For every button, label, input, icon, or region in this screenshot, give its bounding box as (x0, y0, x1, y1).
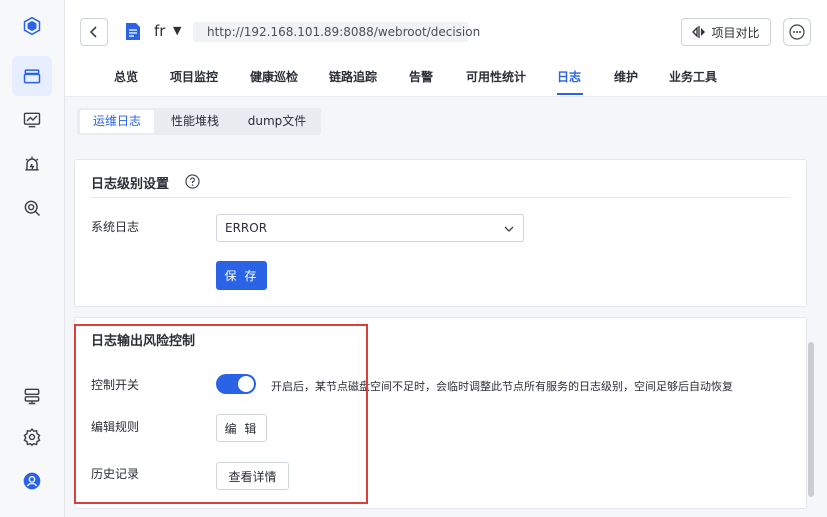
subtab-perf-stack[interactable]: 性能堆栈 (159, 110, 231, 133)
app-name[interactable]: fr (154, 22, 165, 40)
tab-logs[interactable]: 日志 (557, 68, 581, 85)
control-switch-toggle[interactable] (216, 374, 256, 394)
logo-cube-icon[interactable] (12, 6, 52, 46)
tab-availability[interactable]: 可用性统计 (466, 68, 526, 85)
log-level-title: 日志级别设置 (91, 177, 170, 192)
search-gear-icon[interactable] (12, 188, 52, 228)
log-risk-control-card: 日志输出风险控制 控制开关 开启后，某节点磁盘空间不足时，会临时调整此节点所有服… (74, 317, 807, 509)
back-button[interactable] (80, 18, 108, 46)
active-tab-indicator (557, 93, 583, 95)
main-nav-tabs: 总览 项目监控 健康巡检 链路追踪 告警 可用性统计 日志 维护 业务工具 (65, 60, 827, 96)
control-switch-label: 控制开关 (91, 378, 140, 392)
history-label: 历史记录 (91, 467, 140, 481)
tab-overview[interactable]: 总览 (114, 68, 138, 85)
user-avatar-icon[interactable] (12, 461, 52, 501)
tab-maintenance[interactable]: 维护 (614, 68, 638, 85)
edit-rules-button[interactable]: 编 辑 (216, 414, 267, 442)
system-log-level-select[interactable]: ERROR (216, 214, 524, 242)
project-compare-button[interactable]: 项目对比 (681, 18, 771, 46)
top-header: fr ▼ http://192.168.101.89:8088/webroot/… (65, 0, 827, 97)
log-subtabs: 运维日志 性能堆栈 dump文件 (77, 108, 321, 135)
view-details-button[interactable]: 查看详情 (216, 462, 289, 490)
scrollbar-thumb[interactable] (808, 342, 814, 497)
tab-project-monitor[interactable]: 项目监控 (170, 68, 218, 85)
edit-rules-label: 编辑规则 (91, 420, 140, 434)
more-button[interactable] (783, 18, 811, 46)
risk-control-title: 日志输出风险控制 (91, 334, 196, 349)
sidebar (0, 0, 65, 517)
project-compare-label: 项目对比 (711, 25, 760, 40)
control-switch-hint: 开启后，某节点磁盘空间不足时，会临时调整此节点所有服务的日志级别，空间足够后自动… (271, 380, 733, 393)
server-icon[interactable] (12, 376, 52, 416)
system-log-label: 系统日志 (91, 220, 140, 234)
save-button[interactable]: 保 存 (216, 261, 267, 290)
document-icon (126, 23, 140, 40)
tab-health-inspection[interactable]: 健康巡检 (250, 68, 298, 85)
chevron-left-icon (89, 26, 97, 38)
system-log-level-value: ERROR (225, 221, 268, 235)
settings-icon[interactable] (12, 417, 52, 457)
caret-down-icon[interactable]: ▼ (173, 24, 181, 37)
alarm-icon[interactable] (12, 144, 52, 184)
monitor-chart-icon[interactable] (12, 100, 52, 140)
more-dots-icon (789, 24, 805, 40)
subtab-ops-log[interactable]: 运维日志 (80, 110, 154, 133)
help-icon[interactable] (185, 174, 200, 189)
url-text: http://192.168.101.89:8088/webroot/decis… (207, 25, 481, 39)
tab-trace[interactable]: 链路追踪 (329, 68, 377, 85)
tab-business-tools[interactable]: 业务工具 (669, 68, 717, 85)
log-level-card: 日志级别设置 系统日志 ERROR 保 存 (74, 159, 807, 307)
subtab-dump-files[interactable]: dump文件 (237, 110, 317, 133)
card-divider (91, 197, 790, 198)
url-bar[interactable]: http://192.168.101.89:8088/webroot/decis… (193, 22, 480, 42)
chevron-down-icon (504, 226, 514, 232)
tab-alarm[interactable]: 告警 (409, 68, 433, 85)
toggle-knob (238, 376, 254, 392)
layers-icon[interactable] (12, 56, 52, 96)
compare-icon (692, 26, 706, 38)
